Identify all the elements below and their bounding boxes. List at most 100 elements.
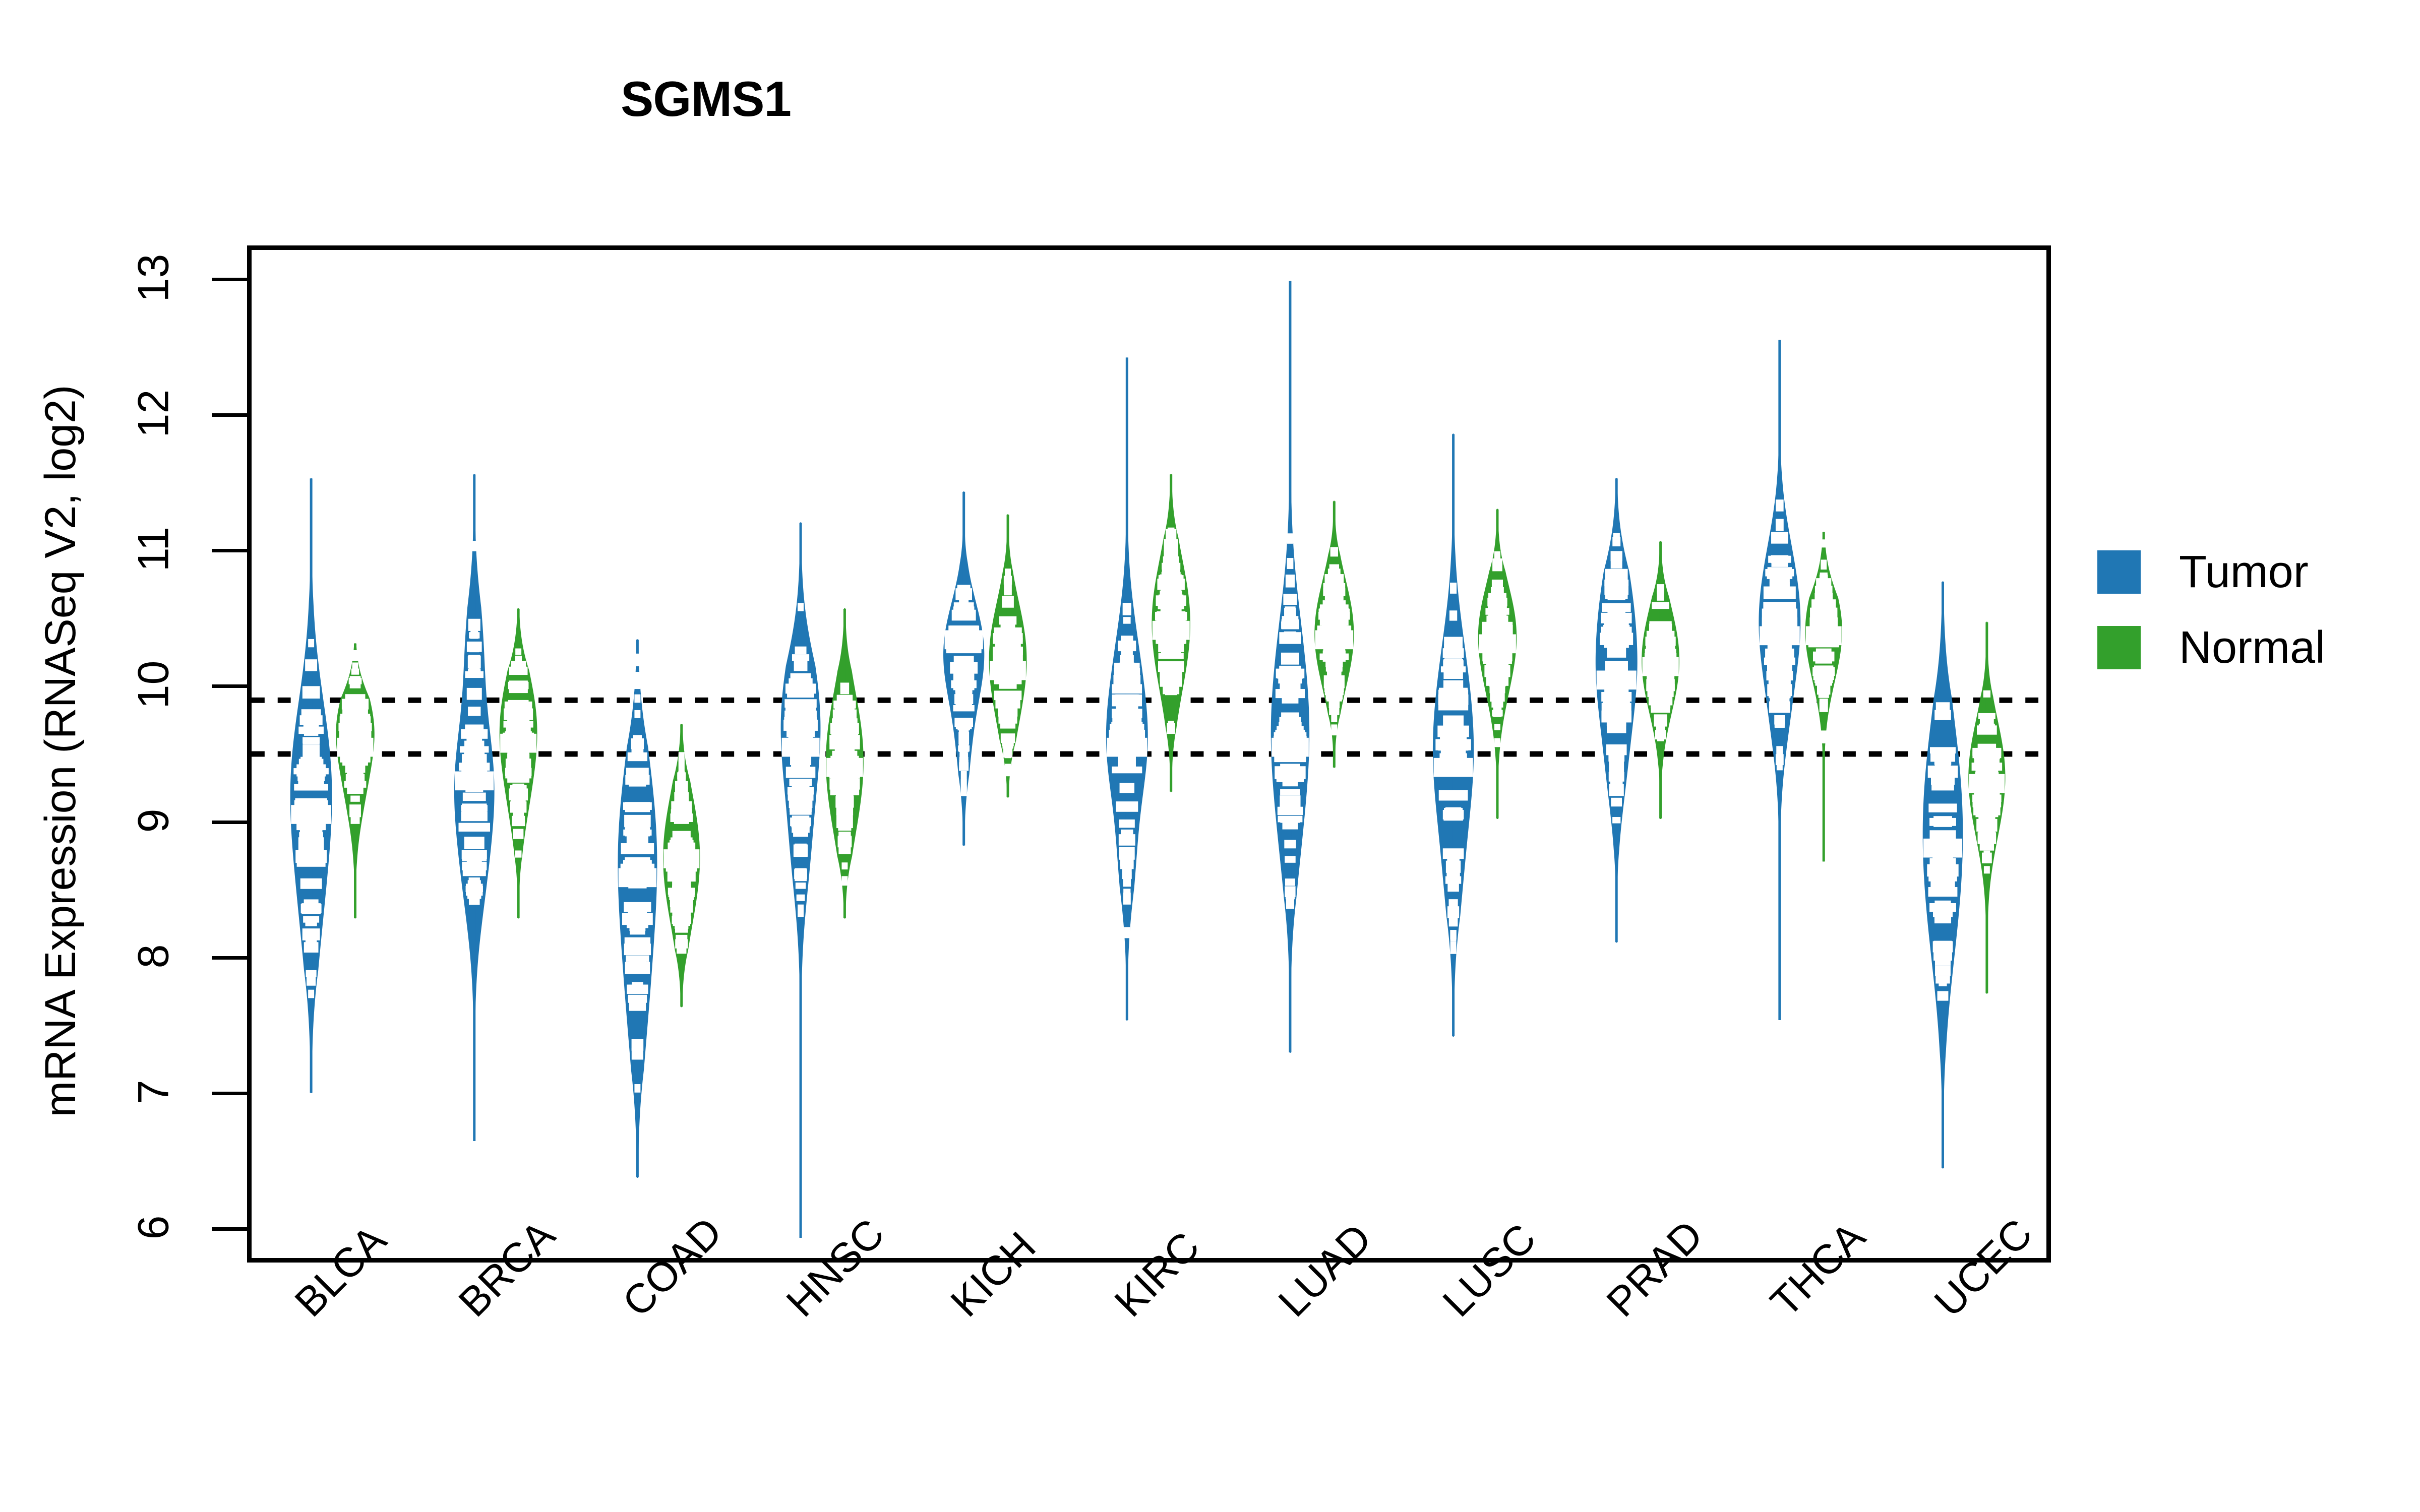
observation-stripe [1488, 678, 1506, 686]
observation-stripe [1329, 703, 1340, 715]
observation-stripe [460, 746, 489, 753]
y-tick-label: 9 [129, 808, 178, 833]
observation-stripe [1119, 847, 1135, 860]
observation-stripe [1166, 529, 1177, 541]
observation-stripe [795, 873, 807, 881]
observation-stripe [634, 694, 641, 703]
observation-stripe [459, 763, 490, 771]
observation-stripe [951, 609, 976, 621]
observation-stripe [792, 654, 810, 661]
y-tick-mark [212, 278, 247, 282]
observation-stripe [1979, 717, 1994, 726]
observation-stripe [960, 779, 967, 792]
legend: Tumor Normal [2097, 534, 2325, 685]
median-line [1760, 626, 1800, 646]
observation-stripe [1977, 743, 1996, 753]
observation-stripe [837, 836, 852, 844]
observation-stripe [469, 659, 479, 666]
observation-stripe [1771, 674, 1789, 686]
violin-normal-ucec [1968, 621, 2006, 994]
observation-stripe [1974, 758, 2000, 770]
legend-item-normal[interactable]: Normal [2097, 610, 2325, 685]
median-line [1642, 657, 1679, 676]
observation-stripe [1486, 660, 1509, 671]
violin-normal-lusc [1478, 509, 1517, 819]
violin-tumor-thca [1759, 340, 1801, 1020]
observation-stripe [467, 886, 481, 896]
observation-stripe [1450, 582, 1457, 594]
median-line [663, 849, 700, 868]
observation-stripe [1931, 747, 1954, 760]
observation-stripe [1611, 797, 1622, 807]
observation-stripe [295, 850, 327, 863]
observation-stripe [297, 772, 325, 781]
observation-stripe [302, 686, 320, 699]
observation-stripe [671, 801, 692, 813]
observation-stripe [1438, 696, 1468, 706]
observation-stripe [1977, 832, 1996, 844]
observation-stripe [955, 698, 972, 706]
observation-stripe [1281, 712, 1299, 724]
observation-stripe [633, 1040, 642, 1046]
observation-stripe [837, 811, 852, 819]
observation-stripe [461, 805, 488, 811]
observation-stripe [1610, 551, 1622, 561]
legend-item-tumor[interactable]: Tumor [2097, 534, 2325, 610]
observation-stripe [624, 943, 651, 956]
y-axis-title: mRNA Expression (RNASeq V2, log2) [30, 247, 91, 1255]
violin-plot-svg [252, 281, 2046, 1238]
observation-stripe [670, 895, 693, 908]
observation-stripe [1652, 602, 1669, 609]
observation-stripe [1280, 633, 1300, 642]
observation-stripe [1771, 532, 1788, 544]
observation-stripe [1277, 669, 1303, 679]
observation-stripe [1281, 652, 1299, 665]
observation-stripe [1934, 947, 1952, 955]
median-line [500, 733, 537, 753]
observation-stripe [1440, 666, 1466, 673]
observation-stripe [471, 544, 477, 551]
violin-tumor-blca [290, 478, 332, 1093]
observation-stripe [998, 712, 1017, 724]
observation-stripe [511, 772, 525, 782]
observation-stripe [1447, 863, 1459, 873]
y-tick-label: 13 [129, 254, 178, 302]
y-tick-label: 11 [129, 527, 178, 572]
y-tick-mark [212, 1091, 247, 1095]
observation-stripe [1330, 547, 1339, 557]
observation-stripe [1438, 743, 1469, 751]
observation-stripe [1494, 738, 1500, 745]
observation-stripe [1285, 886, 1296, 897]
observation-stripe [462, 792, 486, 801]
observation-stripe [1933, 771, 1953, 784]
observation-stripe [840, 682, 850, 695]
observation-stripe [1118, 756, 1136, 767]
observation-stripe [787, 687, 814, 698]
observation-stripe [508, 700, 529, 708]
observation-stripe [465, 671, 484, 678]
observation-stripe [1821, 539, 1827, 548]
observation-stripe [1119, 783, 1135, 793]
observation-stripe [1646, 631, 1675, 637]
observation-stripe [1116, 801, 1138, 812]
observation-stripe [1983, 866, 1990, 874]
chart-canvas: SGMS1 mRNA Expression (RNASeq V2, log2) … [0, 0, 2420, 1512]
observation-stripe [993, 633, 1023, 642]
violin-normal-coad [663, 724, 700, 1007]
legend-swatch-normal [2097, 626, 2141, 669]
violin-normal-kirc [1152, 474, 1190, 792]
observation-stripe [1123, 893, 1131, 905]
observation-stripe [1327, 691, 1341, 698]
observation-stripe [1775, 519, 1784, 531]
observation-stripe [787, 701, 814, 707]
observation-stripe [790, 807, 812, 815]
observation-stripe [959, 752, 969, 765]
observation-stripe [953, 705, 975, 712]
observation-stripe [1116, 694, 1138, 704]
observation-stripe [1331, 724, 1338, 736]
observation-stripe [1123, 877, 1131, 887]
observation-stripe [624, 814, 651, 827]
observation-stripe [301, 833, 321, 843]
observation-stripe [1606, 588, 1627, 597]
observation-stripe [953, 679, 974, 686]
